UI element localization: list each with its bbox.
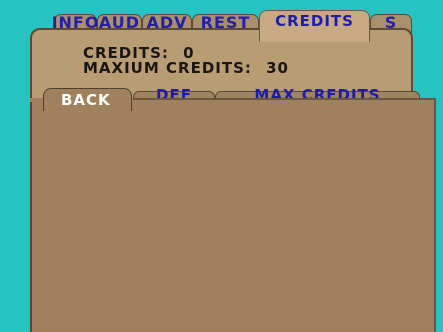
tab-credits[interactable]: CREDITS <box>259 10 370 42</box>
maxium-credits-value: 30 <box>266 59 289 77</box>
back-tab[interactable]: BACK <box>43 88 132 111</box>
content-panel <box>30 98 436 332</box>
game-screen: INFO AUD ADV REST CREDITS S CREDITS: 0 M… <box>0 0 443 332</box>
maxium-credits-row: MAXIUM CREDITS: 30 <box>83 61 289 76</box>
back-tab-label: BACK <box>61 91 111 109</box>
maxium-credits-label: MAXIUM CREDITS: <box>83 59 252 77</box>
tab-credits-label: CREDITS <box>275 12 354 30</box>
